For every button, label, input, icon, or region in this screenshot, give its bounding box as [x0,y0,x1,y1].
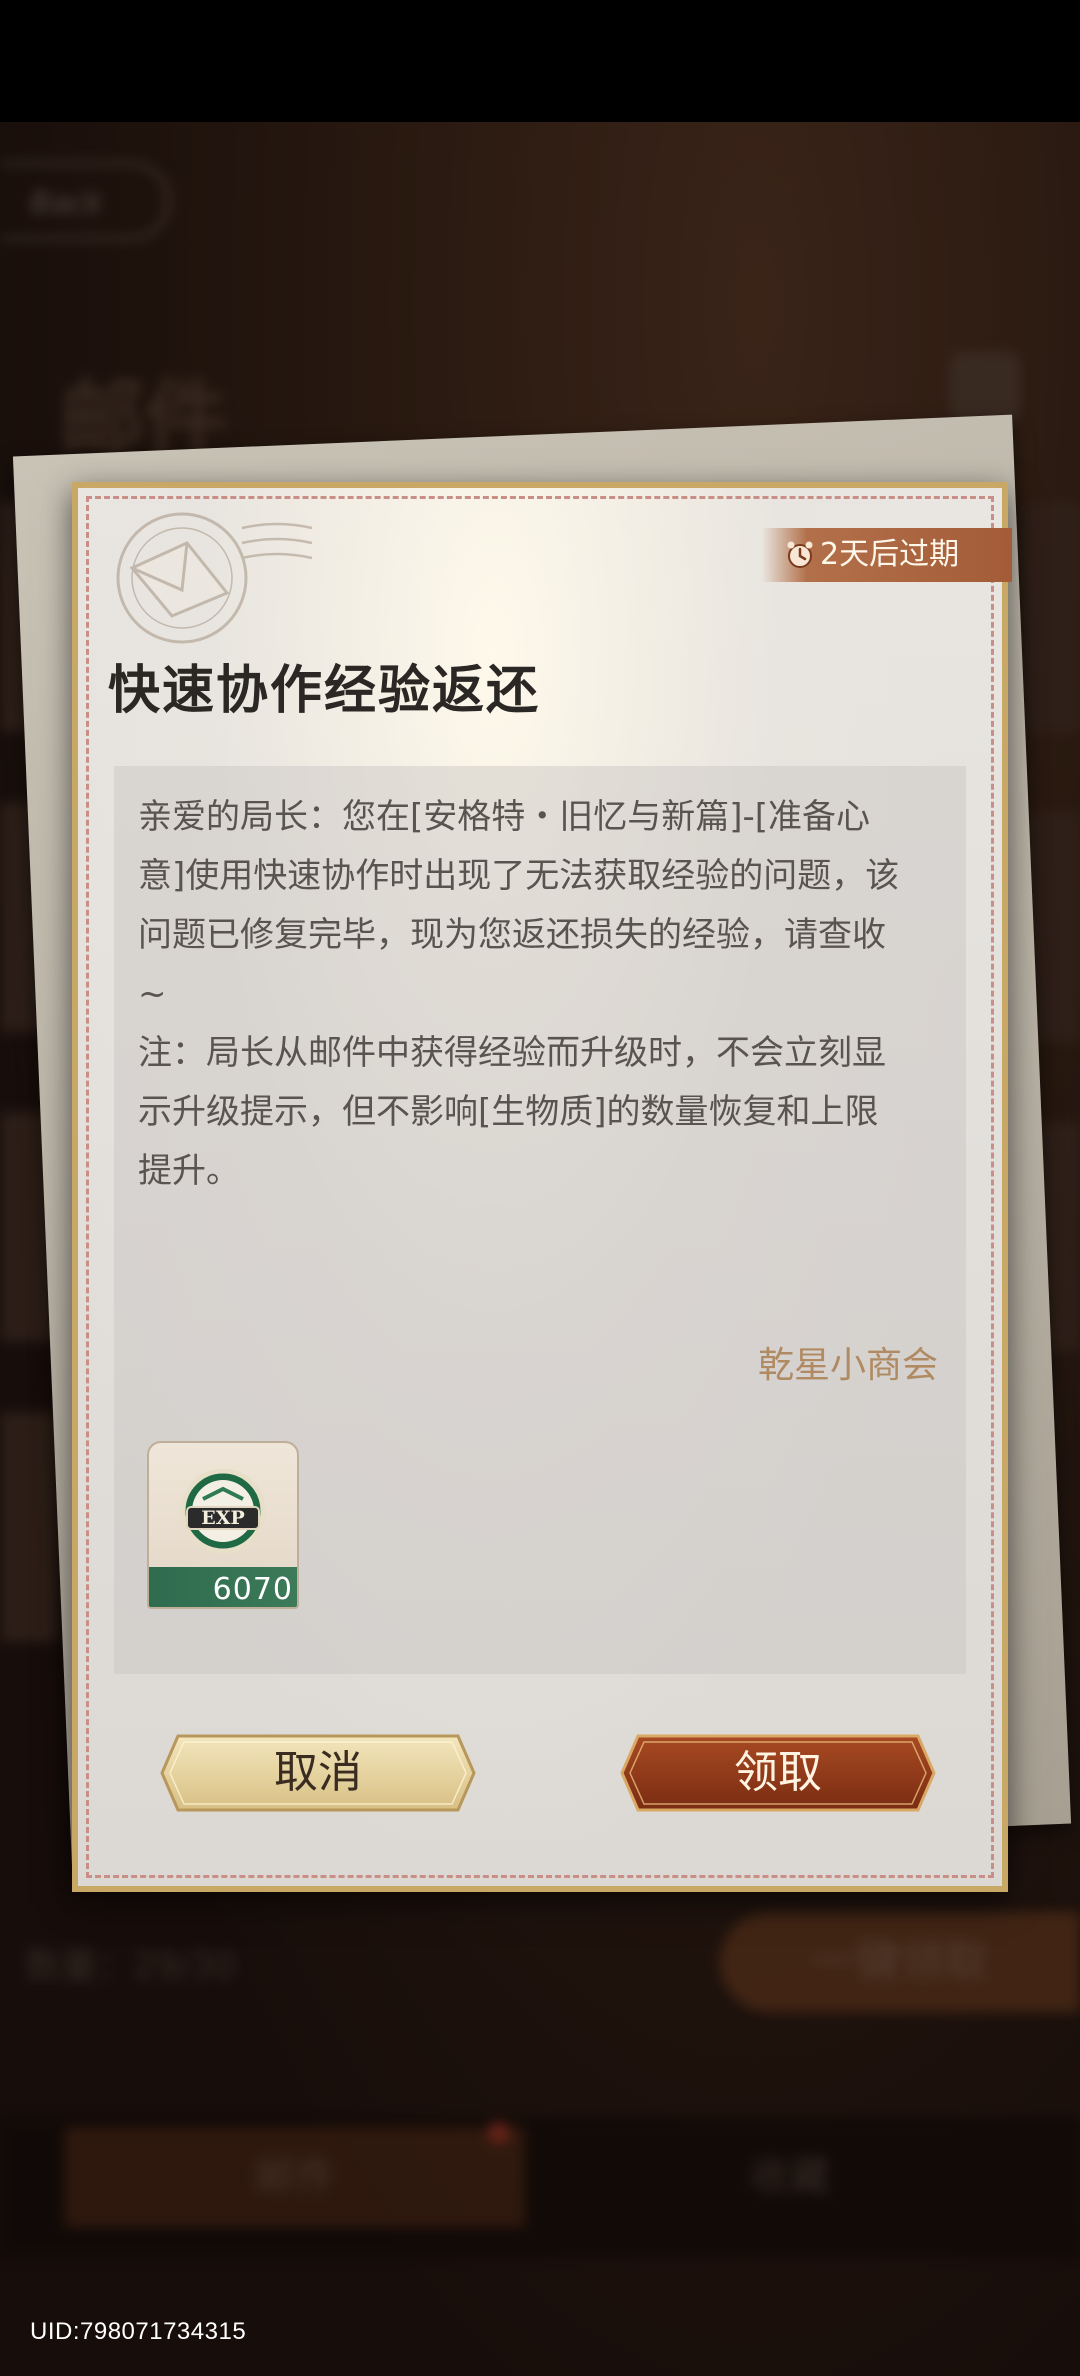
claim-button[interactable]: 领取 [618,1730,938,1816]
mail-sender: 乾星小商会 [757,1345,938,1386]
mail-body: 亲爱的局长：您在[安格特・旧忆与新篇]-[准备心 意]使用快速协作时出现了无法获… [138,797,900,1191]
cancel-label: 取消 [274,1747,362,1798]
postmark-stamp-icon [116,512,313,644]
claim-label: 领取 [734,1747,822,1798]
screen: Back 邮件 数量：29/30 一键领取 邮件 收藏 2天后过期 快速协作经验… [0,0,1080,2376]
uid-label: UID:798071734315 [30,2318,247,2345]
expiry-badge: 2天后过期 [762,528,1012,582]
mail-dialog: 2天后过期 快速协作经验返还 亲爱的局长：您在[安格特・旧忆与新篇]-[准备心 … [72,482,1012,1892]
alarm-clock-icon [787,541,813,568]
exp-badge-text: EXP [201,1507,245,1529]
exp-icon: EXP [180,1468,266,1554]
mail-content: 亲爱的局长：您在[安格特・旧忆与新篇]-[准备心 意]使用快速协作时出现了无法获… [114,766,966,1674]
mail-title: 快速协作经验返还 [108,660,541,721]
attachment-item[interactable]: EXP 6070 [147,1441,299,1609]
attachment-amount: 6070 [212,1572,293,1607]
expiry-label: 2天后过期 [820,537,960,572]
cancel-button[interactable]: 取消 [158,1730,478,1816]
